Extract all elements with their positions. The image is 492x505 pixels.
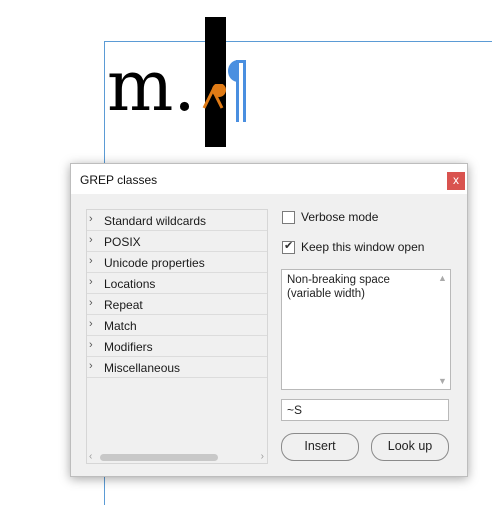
scroll-right-icon[interactable]: › [261,451,264,462]
chevron-right-icon[interactable]: › [89,276,99,288]
tree-item-label: Locations [104,277,156,291]
grep-class-tree[interactable]: › Standard wildcards › POSIX › Unicode p… [86,209,268,464]
verbose-mode-checkbox[interactable] [282,211,295,224]
chevron-right-icon[interactable]: › [89,339,99,351]
look-up-button[interactable]: Look up [371,433,449,461]
scroll-up-icon[interactable]: ▲ [438,273,447,283]
frame-guide-top [104,41,492,42]
keep-window-open-label: Keep this window open [301,240,425,254]
grep-code-field[interactable]: ~S [281,399,449,421]
insert-button[interactable]: Insert [281,433,359,461]
tree-item-miscellaneous[interactable]: › Miscellaneous [87,357,267,378]
tree-item-repeat[interactable]: › Repeat [87,294,267,315]
tree-item-label: Miscellaneous [104,361,181,375]
pilcrow-icon [228,60,246,122]
keep-window-open-checkbox[interactable]: ✔ [282,240,295,254]
tree-item-unicode-properties[interactable]: › Unicode properties [87,252,267,273]
chevron-right-icon[interactable]: › [89,255,99,267]
tree-item-label: Match [104,319,137,333]
grep-classes-dialog: GREP classes x › Standard wildcards › PO… [70,163,468,477]
tree-item-modifiers[interactable]: › Modifiers [87,336,267,357]
dialog-titlebar[interactable]: GREP classes x [71,164,467,194]
tree-item-standard-wildcards[interactable]: › Standard wildcards [87,210,267,231]
tree-item-label: Unicode properties [104,256,205,270]
tree-item-label: Modifiers [104,340,153,354]
chevron-right-icon[interactable]: › [89,297,99,309]
chevron-right-icon[interactable]: › [89,213,99,225]
tree-item-match[interactable]: › Match [87,315,267,336]
tree-item-posix[interactable]: › POSIX [87,231,267,252]
description-text: Non-breaking space (variable width) [287,274,390,300]
description-textarea[interactable]: Non-breaking space (variable width) ▲ ▼ [281,269,451,390]
close-button[interactable]: x [447,172,465,190]
chevron-right-icon[interactable]: › [89,360,99,372]
chevron-right-icon[interactable]: › [89,318,99,330]
tree-item-label: Standard wildcards [104,214,207,228]
scroll-down-icon[interactable]: ▼ [438,376,447,386]
scrollbar-thumb[interactable] [100,454,218,461]
checkmark-icon: ✔ [284,240,294,252]
description-vertical-scrollbar[interactable]: ▲ ▼ [435,271,449,388]
chevron-right-icon[interactable]: › [89,234,99,246]
tree-horizontal-scrollbar[interactable]: ‹ › [88,451,266,462]
document-sample-text: m. [107,45,196,127]
dialog-title: GREP classes [80,173,158,187]
tree-item-label: Repeat [104,298,143,312]
tree-item-locations[interactable]: › Locations [87,273,267,294]
tree-item-label: POSIX [104,235,141,249]
scroll-left-icon[interactable]: ‹ [89,451,92,462]
verbose-mode-label: Verbose mode [301,210,379,224]
